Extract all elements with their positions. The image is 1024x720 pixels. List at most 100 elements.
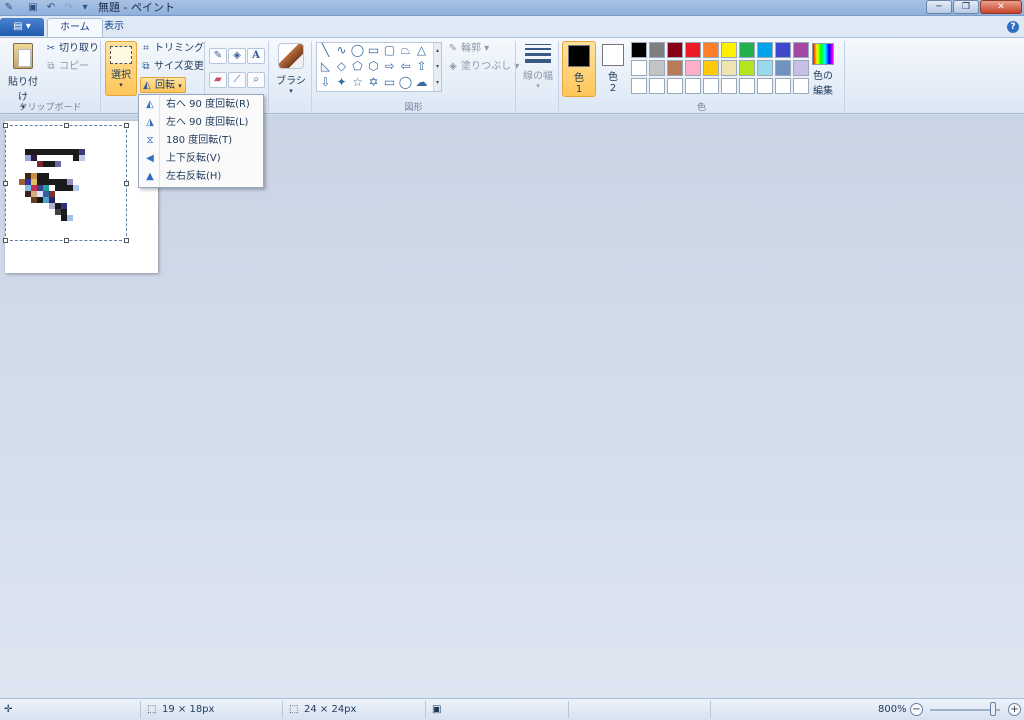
drawing-canvas[interactable]	[3, 121, 158, 273]
palette-swatch[interactable]	[757, 60, 773, 76]
up-arrow-shape-icon[interactable]: ⇧	[414, 59, 429, 74]
menu-item-flip-horizontal[interactable]: ▲ 左右反転(H)	[139, 168, 263, 186]
five-point-star-shape-icon[interactable]: ☆	[350, 75, 365, 90]
palette-swatch[interactable]	[703, 78, 719, 94]
zoom-slider-thumb[interactable]	[990, 702, 996, 716]
curve-shape-icon[interactable]: ∿	[334, 43, 349, 58]
oval-shape-icon[interactable]: ◯	[350, 43, 365, 58]
palette-swatch[interactable]	[685, 60, 701, 76]
palette-swatch[interactable]	[649, 78, 665, 94]
palette-swatch[interactable]	[685, 78, 701, 94]
menu-item-flip-vertical[interactable]: ◀ 上下反転(V)	[139, 150, 263, 168]
cut-button[interactable]: ✂ 切り取り	[45, 41, 99, 57]
undo-icon[interactable]: ↶	[44, 1, 58, 14]
resize-handle[interactable]	[3, 181, 8, 186]
palette-swatch[interactable]	[703, 60, 719, 76]
down-arrow-shape-icon[interactable]: ⇩	[318, 75, 333, 90]
line-shape-icon[interactable]: ╲	[318, 43, 333, 58]
shapes-gallery[interactable]: ╲ ∿ ◯ ▭ ▢ ⏢ △ ◺ ◇ ⬠ ⬡ ⇨ ⇦ ⇧ ⇩ ✦ ☆ ✡ ▭ ◯ …	[316, 42, 442, 92]
outline-button[interactable]: ✎ 輪郭 ▾	[447, 41, 489, 57]
color2-button[interactable]: 色 2	[600, 41, 626, 97]
palette-swatch[interactable]	[775, 60, 791, 76]
resize-handle[interactable]	[124, 238, 129, 243]
edit-colors-button[interactable]: 色の 編集	[808, 41, 838, 97]
zoom-out-button[interactable]: −	[910, 703, 923, 716]
palette-swatch[interactable]	[631, 78, 647, 94]
diamond-shape-icon[interactable]: ◇	[334, 59, 349, 74]
crop-button[interactable]: ⌗ トリミング	[140, 41, 204, 57]
palette-swatch[interactable]	[667, 60, 683, 76]
tab-view[interactable]: 表示	[92, 18, 136, 37]
oval-callout-shape-icon[interactable]: ◯	[398, 75, 413, 90]
text-tool-icon[interactable]: A	[247, 48, 265, 64]
palette-swatch[interactable]	[793, 42, 809, 58]
minimize-button[interactable]: ─	[926, 0, 952, 14]
pentagon-shape-icon[interactable]: ⬠	[350, 59, 365, 74]
resize-button[interactable]: ⧉ サイズ変更	[140, 59, 203, 75]
six-point-star-shape-icon[interactable]: ✡	[366, 75, 381, 90]
right-arrow-shape-icon[interactable]: ⇨	[382, 59, 397, 74]
right-triangle-shape-icon[interactable]: ◺	[318, 59, 333, 74]
palette-swatch[interactable]	[721, 60, 737, 76]
zoom-in-button[interactable]: +	[1008, 703, 1021, 716]
save-icon[interactable]: ▣	[26, 1, 40, 14]
eraser-icon[interactable]: ▰	[209, 72, 227, 88]
copy-button[interactable]: ⧉ コピー	[45, 59, 89, 75]
magnifier-icon[interactable]: ⌕	[247, 72, 265, 88]
resize-handle[interactable]	[64, 123, 69, 128]
palette-swatch[interactable]	[703, 42, 719, 58]
maximize-button[interactable]: ❐	[953, 0, 979, 14]
palette-swatch[interactable]	[775, 42, 791, 58]
menu-item-rotate-right[interactable]: ◭ 右へ 90 度回転(R)	[139, 96, 263, 114]
cloud-callout-shape-icon[interactable]: ☁	[414, 75, 429, 90]
paste-button[interactable]: 貼り付け ▾	[4, 41, 42, 111]
brushes-button[interactable]: ブラシ ▾	[274, 41, 308, 99]
palette-swatch[interactable]	[757, 42, 773, 58]
four-point-star-shape-icon[interactable]: ✦	[334, 75, 349, 90]
palette-swatch[interactable]	[667, 42, 683, 58]
palette-swatch[interactable]	[793, 60, 809, 76]
palette-swatch[interactable]	[739, 78, 755, 94]
application-menu-button[interactable]: ▤ ▾	[0, 18, 44, 36]
palette-swatch[interactable]	[649, 42, 665, 58]
color1-button[interactable]: 色 1	[562, 41, 596, 97]
palette-swatch[interactable]	[739, 60, 755, 76]
palette-swatch[interactable]	[793, 78, 809, 94]
select-button[interactable]: 選択 ▾	[105, 41, 137, 96]
palette-swatch[interactable]	[667, 78, 683, 94]
rotate-button[interactable]: ◭ 回転 ▾	[140, 77, 186, 93]
fill-button[interactable]: ◈ 塗りつぶし ▾	[447, 59, 519, 75]
rectangle-shape-icon[interactable]: ▭	[366, 43, 381, 58]
color-picker-icon[interactable]: ⟋	[228, 72, 246, 88]
palette-swatch[interactable]	[757, 78, 773, 94]
hexagon-shape-icon[interactable]: ⬡	[366, 59, 381, 74]
shapes-scrollbar[interactable]: ▴ ▾ ▾	[433, 43, 441, 91]
palette-swatch[interactable]	[649, 60, 665, 76]
rounded-rectangle-shape-icon[interactable]: ▢	[382, 43, 397, 58]
palette-swatch[interactable]	[631, 42, 647, 58]
pencil-icon[interactable]: ✎	[209, 48, 227, 64]
size-button[interactable]: 線の幅 ▾	[520, 41, 556, 91]
customize-quick-access-icon[interactable]: ▾	[78, 1, 92, 14]
help-icon[interactable]: ?	[1007, 21, 1019, 33]
resize-handle[interactable]	[3, 123, 8, 128]
palette-swatch[interactable]	[721, 42, 737, 58]
redo-icon[interactable]: ↷	[62, 1, 76, 14]
resize-handle[interactable]	[124, 181, 129, 186]
palette-swatch[interactable]	[721, 78, 737, 94]
resize-handle[interactable]	[124, 123, 129, 128]
palette-swatch[interactable]	[685, 42, 701, 58]
resize-handle[interactable]	[3, 238, 8, 243]
paint-app-icon[interactable]: ✎	[2, 1, 16, 14]
menu-item-rotate-left[interactable]: ◮ 左へ 90 度回転(L)	[139, 114, 263, 132]
palette-swatch[interactable]	[775, 78, 791, 94]
resize-handle[interactable]	[64, 238, 69, 243]
palette-swatch[interactable]	[631, 60, 647, 76]
left-arrow-shape-icon[interactable]: ⇦	[398, 59, 413, 74]
menu-item-rotate-180[interactable]: ⧖ 180 度回転(T)	[139, 132, 263, 150]
fill-bucket-icon[interactable]: ◈	[228, 48, 246, 64]
canvas-workspace[interactable]	[0, 115, 1024, 698]
callout-shape-icon[interactable]: ▭	[382, 75, 397, 90]
triangle-shape-icon[interactable]: △	[414, 43, 429, 58]
polygon-shape-icon[interactable]: ⏢	[398, 43, 413, 58]
